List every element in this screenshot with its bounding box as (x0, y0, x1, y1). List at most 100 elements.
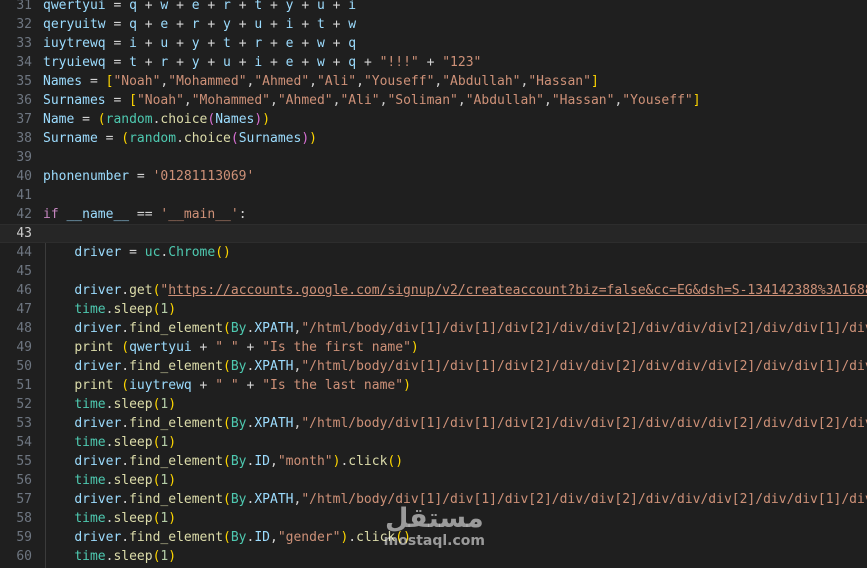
code-token: i (348, 0, 357, 13)
code-line[interactable]: 36 Surnames = ["Noah","Mohammed","Ahmed",… (0, 91, 867, 110)
code-token: By (230, 454, 247, 469)
code-token: t (254, 0, 263, 13)
code-token: ) (410, 340, 419, 355)
code-line[interactable]: 45 (0, 262, 867, 281)
watermark: مستقل mostaql.com (384, 503, 485, 550)
line-number: 48 (16, 321, 32, 336)
code-line[interactable]: 53 driver.find_element(By.XPATH,"/html/b… (0, 414, 867, 433)
code-token: u (254, 17, 263, 32)
code-token: Surnames (43, 93, 106, 108)
code-token: "Mohammed" (191, 93, 271, 108)
code-line[interactable]: 35 Names = ["Noah","Mohammed","Ahmed","Al… (0, 72, 867, 91)
code-token: y (285, 0, 294, 13)
code-line[interactable]: 52 time.sleep(1) (0, 395, 867, 414)
code-token: ( (223, 321, 231, 336)
code-line[interactable]: 55 driver.find_element(By.ID,"month").cl… (0, 452, 867, 471)
code-token: ( (121, 131, 130, 146)
code-line[interactable]: 34 tryuiewq = t + r + y + u + i + e + w +… (0, 53, 867, 72)
code-line[interactable]: 44 driver = uc.Chrome() (0, 243, 867, 262)
code-line[interactable]: 49 print (qwertyui + " " + "Is the first… (0, 338, 867, 357)
code-token: if (43, 207, 59, 222)
code-line[interactable]: 39 (0, 148, 867, 167)
code-token: + (168, 17, 192, 32)
code-token: sleep (113, 435, 153, 450)
code-token: y (191, 55, 200, 70)
code-line[interactable]: 47 time.sleep(1) (0, 300, 867, 319)
code-line[interactable]: 46 driver.get("https://accounts.google.c… (0, 281, 867, 300)
code-line[interactable]: 60 time.sleep(1) (0, 547, 867, 566)
code-token: find_element (129, 454, 224, 469)
code-token: + (262, 55, 286, 70)
code-token: . (121, 416, 130, 431)
code-token: r (223, 0, 231, 13)
code-line[interactable]: 50 driver.find_element(By.XPATH,"/html/b… (0, 357, 867, 376)
line-code: if __name__ == '__main__': (43, 205, 247, 224)
code-line[interactable]: 38 Surname = (random.choice(Surnames)) (0, 129, 867, 148)
code-token: time (74, 549, 106, 564)
line-number: 53 (16, 416, 32, 431)
code-token: "Mohammed" (168, 74, 247, 89)
code-token: . (121, 359, 130, 374)
line-number: 39 (16, 150, 32, 165)
code-token: '__main__' (160, 207, 239, 222)
line-code: qeryuitw = q + e + r + y + u + i + t + w (43, 15, 356, 34)
code-line[interactable]: 41 (0, 186, 867, 205)
line-number: 45 (16, 264, 32, 279)
code-token: w (316, 36, 325, 51)
code-token: Surnames (238, 131, 302, 146)
code-token: " " (215, 378, 239, 393)
line-code: driver.find_element(By.ID,"month").click… (43, 452, 403, 471)
line-code: Surname = (random.choice(Surnames)) (43, 129, 317, 148)
code-line[interactable]: 32 qeryuitw = q + e + r + y + u + i + t +… (0, 15, 867, 34)
code-token: qwertyui (43, 0, 106, 13)
code-line[interactable]: 37 Name = (random.choice(Names)) (0, 110, 867, 129)
code-token: driver (74, 321, 122, 336)
line-code: driver.find_element(By.ID,"gender").clic… (43, 528, 411, 547)
code-token: get (129, 283, 153, 298)
code-line[interactable]: 40 phonenumber = '01281113069' (0, 167, 867, 186)
code-token: r (191, 17, 200, 32)
code-token: "Hassan" (528, 74, 591, 89)
code-token: ( (223, 492, 231, 507)
line-number: 60 (16, 549, 32, 564)
code-token: + (191, 378, 216, 393)
code-token: = (97, 131, 122, 146)
code-line[interactable]: 56 time.sleep(1) (0, 471, 867, 490)
watermark-logo: مستقل (384, 503, 484, 534)
code-line[interactable]: 31 qwertyui = q + w + e + r + t + y + u +… (0, 0, 867, 15)
code-token: + (199, 36, 224, 51)
code-token: ) (309, 131, 317, 146)
code-line[interactable]: 54 time.sleep(1) (0, 433, 867, 452)
code-token: e (285, 36, 294, 51)
code-token: , (544, 93, 552, 108)
line-number: 35 (16, 74, 32, 89)
code-token: = (105, 36, 130, 51)
code-token: driver (74, 359, 122, 374)
code-token: q (348, 36, 357, 51)
code-token: ( (97, 112, 106, 127)
code-token: . (121, 530, 130, 545)
code-token: qeryuitw (43, 17, 106, 32)
code-token: By (230, 530, 247, 545)
code-line[interactable]: 51 print (iuytrewq + " " + "Is the last … (0, 376, 867, 395)
code-token: find_element (129, 321, 224, 336)
code-line[interactable]: 43 (0, 224, 867, 243)
code-token: . (121, 321, 130, 336)
code-token: phonenumber (43, 169, 130, 184)
code-token: + (230, 55, 255, 70)
code-line[interactable]: 42 if __name__ == '__main__': (0, 205, 867, 224)
line-code: time.sleep(1) (43, 509, 176, 528)
code-token: ] (692, 93, 701, 108)
code-line[interactable]: 33 iuytrewq = i + u + y + t + r + e + w +… (0, 34, 867, 53)
code-token: find_element (129, 492, 224, 507)
code-token: __name__ (66, 207, 130, 222)
code-token: + (293, 55, 317, 70)
code-token: sleep (113, 473, 153, 488)
code-editor[interactable]: 31 qwertyui = q + w + e + r + t + y + u +… (0, 0, 867, 568)
code-line[interactable]: 48 driver.find_element(By.XPATH,"/html/b… (0, 319, 867, 338)
line-number: 52 (16, 397, 32, 412)
code-token: ] (590, 74, 599, 89)
code-token: + (230, 17, 255, 32)
